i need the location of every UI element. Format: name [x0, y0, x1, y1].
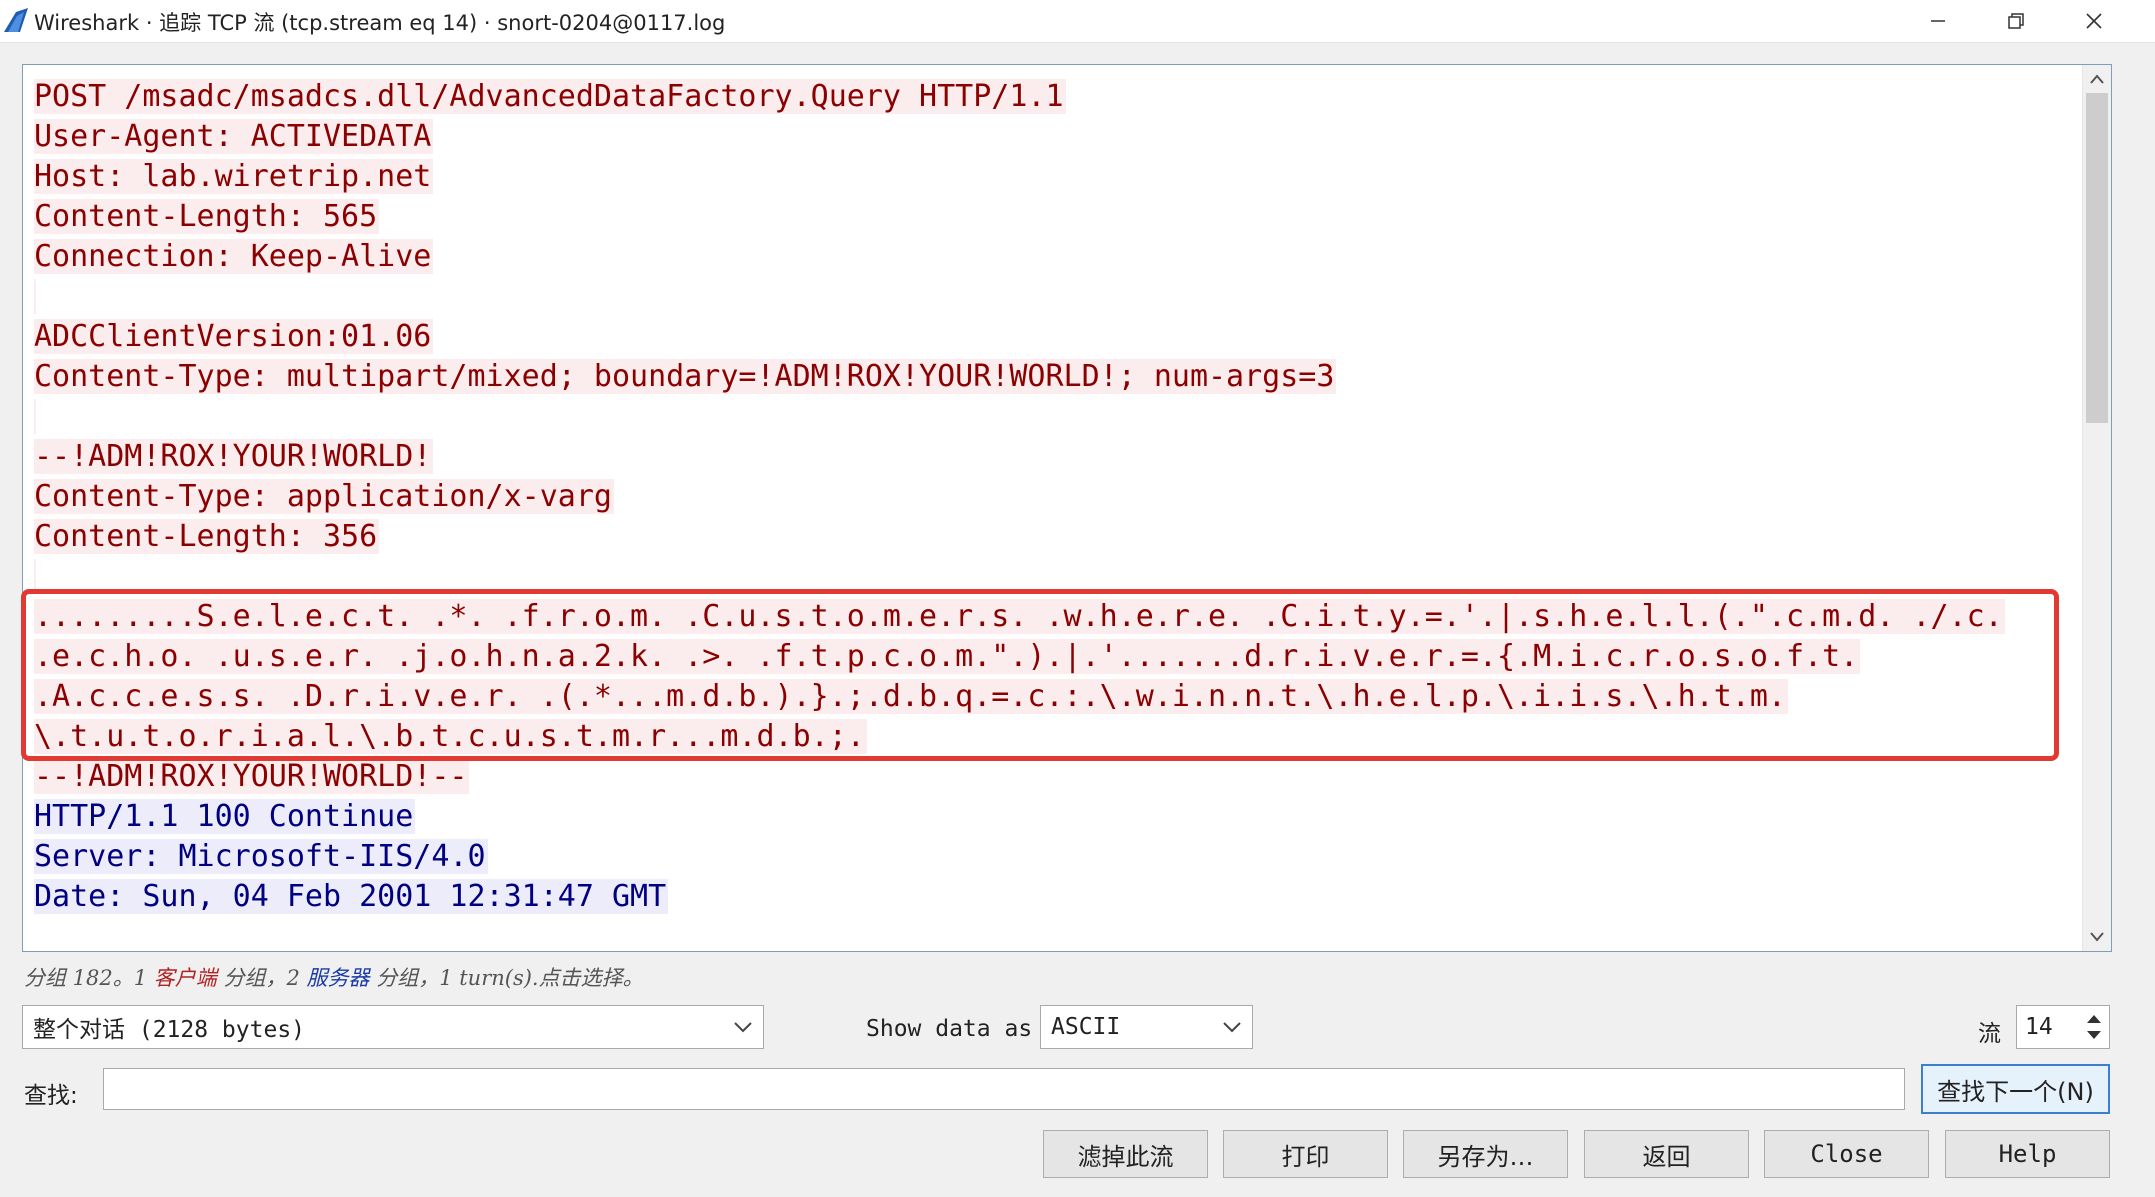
server-stream-line: HTTP/1.1 100 Continue — [34, 797, 2005, 837]
client-stream-line: Content-Type: multipart/mixed; boundary=… — [34, 357, 2005, 397]
status-middle: 分组，2 — [216, 966, 307, 990]
stream-number-label: 流 — [1978, 1021, 2001, 1047]
show-data-value: ASCII — [1051, 1014, 1121, 1040]
spin-arrows-icon[interactable] — [2081, 1008, 2107, 1046]
show-data-select[interactable]: ASCII — [1040, 1005, 1253, 1049]
stream-line-text: User-Agent: ACTIVEDATA — [34, 119, 434, 154]
stream-line-text: Content-Type: application/x-varg — [34, 479, 614, 514]
stream-line-text: HTTP/1.1 100 Continue — [34, 799, 416, 834]
stream-line-text — [34, 279, 36, 314]
client-stream-line: Host: lab.wiretrip.net — [34, 157, 2005, 197]
stream-line-text: --!ADM!ROX!YOUR!WORLD!-- — [34, 759, 470, 794]
client-stream-line: Connection: Keep-Alive — [34, 237, 2005, 277]
server-stream-line: Server: Microsoft-IIS/4.0 — [34, 837, 2005, 877]
stream-content-area[interactable]: POST /msadc/msadcs.dll/AdvancedDataFacto… — [22, 64, 2112, 952]
scroll-down-arrow[interactable] — [2083, 923, 2111, 951]
filter-out-stream-button[interactable]: 滤掉此流 — [1043, 1130, 1208, 1178]
stream-line-text — [34, 559, 36, 594]
stream-line-text: Host: lab.wiretrip.net — [34, 159, 434, 194]
chevron-down-icon — [734, 1022, 752, 1033]
scroll-up-arrow[interactable] — [2083, 65, 2111, 93]
conversation-select-value: 整个对话 (2128 bytes) — [33, 1017, 306, 1043]
restore-button[interactable] — [1978, 0, 2054, 42]
client-stream-line: ADCClientVersion:01.06 — [34, 317, 2005, 357]
stream-line-text: POST /msadc/msadcs.dll/AdvancedDataFacto… — [34, 79, 1066, 114]
find-label: 查找: — [24, 1083, 78, 1109]
client-stream-line: --!ADM!ROX!YOUR!WORLD! — [34, 437, 2005, 477]
stream-line-text: Content-Type: multipart/mixed; boundary=… — [34, 359, 1337, 394]
stream-line-text: .A.c.c.e.s.s. .D.r.i.v.e.r. .(.*...m.d.b… — [34, 679, 1788, 714]
client-stream-line: .e.c.h.o. .u.s.e.r. .j.o.h.n.a.2.k. .>. … — [34, 637, 2005, 677]
window-title: Wireshark · 追踪 TCP 流 (tcp.stream eq 14) … — [34, 11, 726, 35]
client-stream-line: User-Agent: ACTIVEDATA — [34, 117, 2005, 157]
stream-line-text: Date: Sun, 04 Feb 2001 12:31:47 GMT — [34, 879, 669, 914]
stream-line-text: Server: Microsoft-IIS/4.0 — [34, 839, 488, 874]
stream-line-text: --!ADM!ROX!YOUR!WORLD! — [34, 439, 434, 474]
stream-line-text: \.t.u.t.o.r.i.a.l.\.b.t.c.u.s.t.m.r...m.… — [34, 719, 867, 754]
close-window-button[interactable] — [2056, 0, 2132, 42]
close-icon — [2086, 13, 2102, 29]
client-stream-line: POST /msadc/msadcs.dll/AdvancedDataFacto… — [34, 77, 2005, 117]
status-server-word: 服务器 — [306, 966, 370, 990]
client-stream-line: Content-Length: 356 — [34, 517, 2005, 557]
status-client-word: 客户端 — [153, 966, 217, 990]
client-stream-line — [34, 397, 2005, 437]
packet-summary-status: 分组 182。1 客户端 分组，2 服务器 分组，1 turn(s).点击选择。 — [24, 962, 644, 992]
chevron-down-icon — [1223, 1022, 1241, 1033]
stream-number-value: 14 — [2025, 1014, 2053, 1040]
stream-line-text: Content-Length: 356 — [34, 519, 380, 554]
vertical-scrollbar[interactable] — [2082, 65, 2111, 951]
client-stream-line: .........S.e.l.e.c.t. .*. .f.r.o.m. .C.u… — [34, 597, 2005, 637]
title-bar: Wireshark · 追踪 TCP 流 (tcp.stream eq 14) … — [0, 0, 2155, 43]
stream-number-spinbox[interactable]: 14 — [2016, 1005, 2110, 1049]
chevron-up-icon — [2090, 74, 2104, 84]
stream-line-text: ADCClientVersion:01.06 — [34, 319, 434, 354]
conversation-select[interactable]: 整个对话 (2128 bytes) — [22, 1005, 764, 1049]
scrollbar-thumb[interactable] — [2086, 93, 2108, 423]
stream-line-text: .e.c.h.o. .u.s.e.r. .j.o.h.n.a.2.k. .>. … — [34, 639, 1861, 674]
client-stream-line: .A.c.c.e.s.s. .D.r.i.v.e.r. .(.*...m.d.b… — [34, 677, 2005, 717]
stream-line-text: Content-Length: 565 — [34, 199, 380, 234]
minimize-button[interactable] — [1900, 0, 1976, 42]
stream-lines: POST /msadc/msadcs.dll/AdvancedDataFacto… — [34, 77, 2005, 917]
close-button[interactable]: Close — [1764, 1130, 1929, 1178]
save-as-button[interactable]: 另存为… — [1403, 1130, 1568, 1178]
help-button[interactable]: Help — [1945, 1130, 2110, 1178]
stream-line-text: .........S.e.l.e.c.t. .*. .f.r.o.m. .C.u… — [34, 599, 2005, 634]
find-input[interactable] — [103, 1068, 1905, 1110]
client-stream-line — [34, 277, 2005, 317]
find-next-button[interactable]: 查找下一个(N) — [1921, 1064, 2110, 1114]
status-prefix: 分组 182。1 — [24, 966, 154, 990]
status-suffix: 分组，1 turn(s).点击选择。 — [369, 966, 644, 990]
client-stream-line: --!ADM!ROX!YOUR!WORLD!-- — [34, 757, 2005, 797]
chevron-down-icon — [2090, 932, 2104, 942]
client-stream-line — [34, 557, 2005, 597]
client-stream-line: \.t.u.t.o.r.i.a.l.\.b.t.c.u.s.t.m.r...m.… — [34, 717, 2005, 757]
client-stream-line: Content-Length: 565 — [34, 197, 2005, 237]
stream-line-text — [34, 399, 36, 434]
print-button[interactable]: 打印 — [1223, 1130, 1388, 1178]
back-button[interactable]: 返回 — [1584, 1130, 1749, 1178]
minimize-icon — [1931, 20, 1945, 22]
server-stream-line: Date: Sun, 04 Feb 2001 12:31:47 GMT — [34, 877, 2005, 917]
client-stream-line: Content-Type: application/x-varg — [34, 477, 2005, 517]
restore-icon — [2008, 13, 2024, 29]
show-data-label: Show data as — [866, 1016, 1033, 1042]
wireshark-fin-icon — [4, 8, 28, 32]
stream-line-text: Connection: Keep-Alive — [34, 239, 434, 274]
